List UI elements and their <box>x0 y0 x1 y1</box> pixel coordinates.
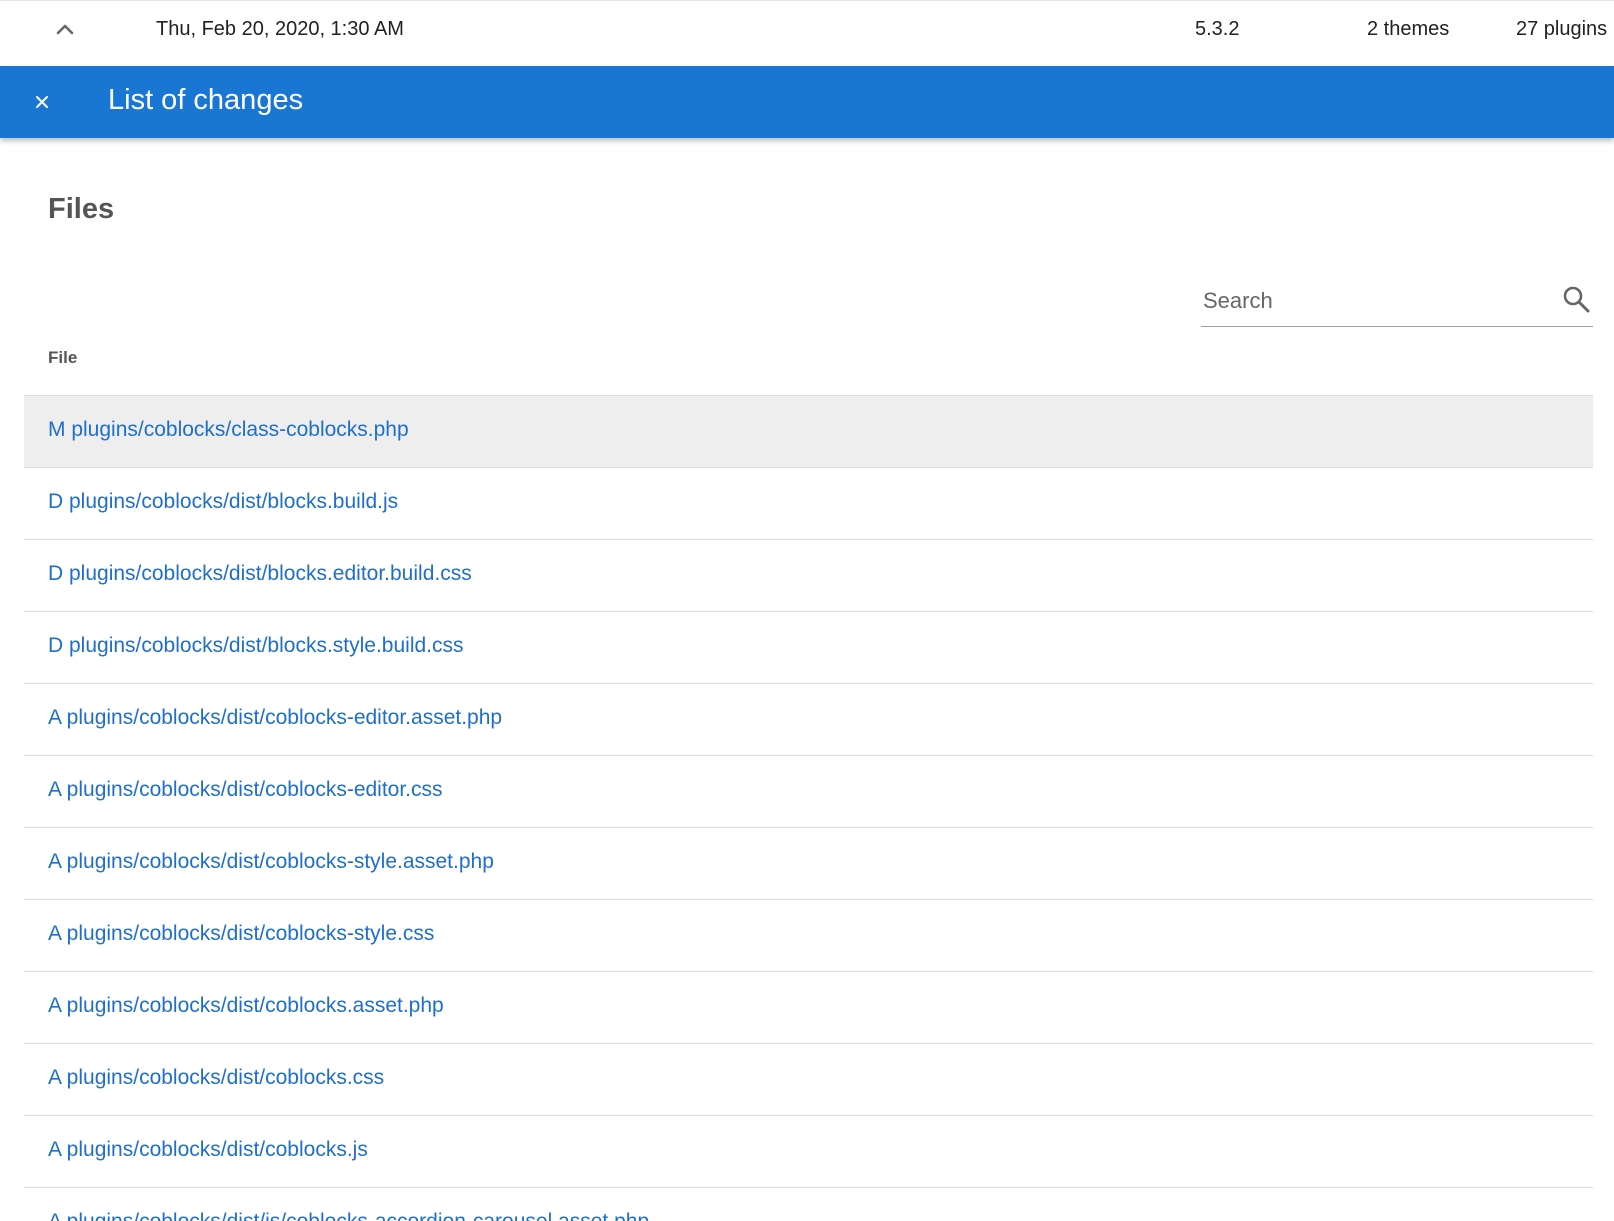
table-row[interactable]: A plugins/coblocks/dist/coblocks.css <box>24 1044 1593 1116</box>
section-title: Files <box>48 193 115 225</box>
file-link[interactable]: D plugins/coblocks/dist/blocks.style.bui… <box>48 634 464 658</box>
page: Thu, Feb 20, 2020, 1:30 AM 5.3.2 2 theme… <box>0 0 1614 1221</box>
backup-themes-count: 2 themes <box>1367 18 1450 40</box>
file-link[interactable]: A plugins/coblocks/dist/js/coblocks-acco… <box>48 1210 649 1221</box>
file-link[interactable]: A plugins/coblocks/dist/coblocks-style.a… <box>48 850 494 874</box>
close-icon[interactable] <box>30 90 54 114</box>
table-row[interactable]: D plugins/coblocks/dist/blocks.build.js <box>24 468 1593 540</box>
dialog-title: List of changes <box>108 84 304 116</box>
table-row[interactable]: A plugins/coblocks/dist/coblocks.asset.p… <box>24 972 1593 1044</box>
file-link[interactable]: A plugins/coblocks/dist/coblocks.js <box>48 1138 368 1162</box>
dialog-toolbar: List of changes <box>0 66 1614 138</box>
search-icon[interactable] <box>1561 284 1591 314</box>
table-row[interactable]: A plugins/coblocks/dist/coblocks-style.c… <box>24 900 1593 972</box>
chevron-up-icon[interactable] <box>53 17 77 41</box>
search-input[interactable] <box>1201 284 1545 318</box>
table-row[interactable]: A plugins/coblocks/dist/coblocks-style.a… <box>24 828 1593 900</box>
backup-version: 5.3.2 <box>1195 18 1240 40</box>
table-row[interactable]: D plugins/coblocks/dist/blocks.style.bui… <box>24 612 1593 684</box>
table-row[interactable]: D plugins/coblocks/dist/blocks.editor.bu… <box>24 540 1593 612</box>
backup-date: Thu, Feb 20, 2020, 1:30 AM <box>156 18 404 40</box>
file-link[interactable]: A plugins/coblocks/dist/coblocks-editor.… <box>48 778 443 802</box>
file-link[interactable]: A plugins/coblocks/dist/coblocks.css <box>48 1066 384 1090</box>
file-link[interactable]: D plugins/coblocks/dist/blocks.build.js <box>48 490 398 514</box>
file-link[interactable]: M plugins/coblocks/class-coblocks.php <box>48 418 409 442</box>
table-row[interactable]: M plugins/coblocks/class-coblocks.php <box>24 396 1593 468</box>
file-link[interactable]: A plugins/coblocks/dist/coblocks-style.c… <box>48 922 434 946</box>
file-link[interactable]: A plugins/coblocks/dist/coblocks-editor.… <box>48 706 502 730</box>
backup-row[interactable]: Thu, Feb 20, 2020, 1:30 AM 5.3.2 2 theme… <box>0 0 1614 65</box>
table-row[interactable]: A plugins/coblocks/dist/coblocks-editor.… <box>24 684 1593 756</box>
search-field <box>1201 274 1593 327</box>
files-table: M plugins/coblocks/class-coblocks.php D … <box>24 395 1593 1221</box>
backup-plugins-count: 27 plugins <box>1516 18 1608 40</box>
file-link[interactable]: D plugins/coblocks/dist/blocks.editor.bu… <box>48 562 472 586</box>
column-header-file[interactable]: File <box>48 348 77 368</box>
table-row[interactable]: A plugins/coblocks/dist/coblocks-editor.… <box>24 756 1593 828</box>
table-row[interactable]: A plugins/coblocks/dist/js/coblocks-acco… <box>24 1188 1593 1221</box>
file-link[interactable]: A plugins/coblocks/dist/coblocks.asset.p… <box>48 994 444 1018</box>
table-row[interactable]: A plugins/coblocks/dist/coblocks.js <box>24 1116 1593 1188</box>
